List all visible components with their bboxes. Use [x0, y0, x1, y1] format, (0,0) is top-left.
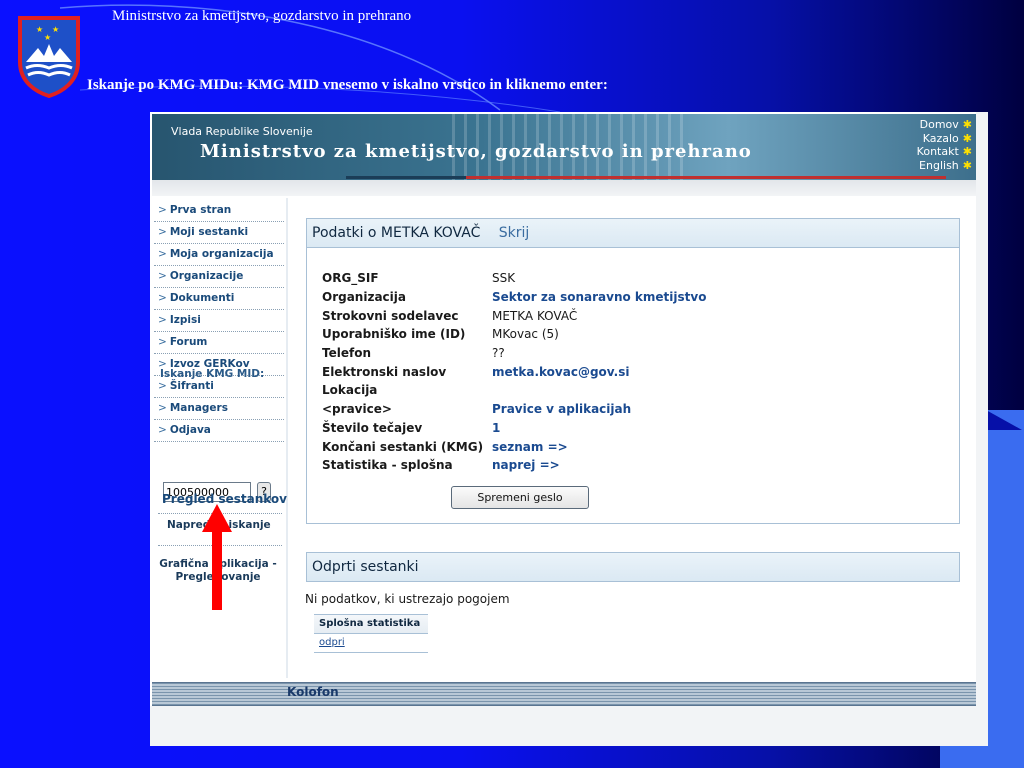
chevron-right-icon: >: [158, 270, 167, 282]
table-row: <pravice> Pravice v aplikacijah: [322, 400, 706, 419]
change-password-button[interactable]: Spremeni geslo: [451, 486, 589, 509]
organization-link[interactable]: Sektor za sonaravno kmetijstvo: [492, 288, 706, 307]
general-statistics-table: Splošna statistika odpri: [314, 614, 428, 653]
banner-links: Domov ✱ Kazalo ✱ Kontakt ✱ English ✱: [917, 118, 972, 172]
nav-item-forum[interactable]: > Forum: [154, 332, 284, 354]
hide-link[interactable]: Skrij: [499, 225, 530, 241]
chevron-right-icon: >: [158, 336, 167, 348]
slovenia-crest-icon: ★ ★ ★: [18, 16, 80, 98]
star-icon: ✱: [962, 118, 972, 131]
open-meetings-panel: Odprti sestanki: [306, 552, 960, 582]
no-data-message: Ni podatkov, ki ustrezajo pogojem: [305, 592, 510, 606]
banner-link-kontakt[interactable]: Kontakt ✱: [917, 145, 972, 159]
page-bottom-area: [150, 706, 988, 746]
chevron-right-icon: >: [158, 380, 167, 392]
table-row: Strokovni sodelavec METKA KOVAČ: [322, 308, 578, 323]
banner-link-english[interactable]: English ✱: [917, 159, 972, 173]
site-banner: Vlada Republike Slovenije Ministrstvo za…: [152, 114, 976, 180]
permissions-link[interactable]: Pravice v aplikacijah: [492, 400, 706, 419]
page-right-strip: [976, 112, 988, 706]
browser-screenshot: Vlada Republike Slovenije Ministrstvo za…: [150, 112, 988, 746]
email-link[interactable]: metka.kovac@gov.si: [492, 362, 706, 381]
banner-government-label: Vlada Republike Slovenije: [171, 125, 313, 138]
chevron-right-icon: >: [158, 204, 167, 216]
nav-item-dokumenti[interactable]: > Dokumenti: [154, 288, 284, 310]
open-meetings-title: Odprti sestanki: [307, 553, 959, 581]
statistics-header: Splošna statistika: [314, 614, 428, 634]
banner-underline-dark: [346, 176, 466, 179]
nav-item-prva-stran[interactable]: > Prva stran: [154, 200, 284, 222]
table-row: Uporabniško ime (ID) MKovac (5): [322, 327, 559, 342]
table-row: Telefon??: [322, 346, 505, 361]
star-icon: ✱: [962, 131, 972, 145]
chevron-right-icon: >: [158, 314, 167, 326]
nav-item-moja-organizacija[interactable]: > Moja organizacija: [154, 244, 284, 266]
star-icon: ✱: [962, 158, 972, 172]
chevron-right-icon: >: [158, 248, 167, 260]
banner-gray-bar: [152, 180, 976, 196]
svg-text:★: ★: [36, 25, 43, 34]
kmg-search-label: Iskanje KMG MID:: [160, 368, 265, 380]
table-row: Število tečajev 1: [322, 419, 706, 438]
decoration-block-right: [988, 410, 1024, 720]
statistics-open-link[interactable]: odpri: [314, 634, 428, 653]
table-row: Končani sestanki (KMG) seznam =>: [322, 437, 706, 456]
svg-text:★: ★: [44, 33, 51, 42]
course-count-link[interactable]: 1: [492, 419, 706, 438]
nav-item-managers[interactable]: > Managers: [154, 398, 284, 420]
chevron-right-icon: >: [158, 424, 167, 436]
nav-vertical-separator: [286, 198, 288, 678]
table-row: Lokacija: [322, 383, 378, 398]
chevron-right-icon: >: [158, 402, 167, 414]
table-row: Statistika - splošna naprej =>: [322, 456, 706, 475]
slide-title: Ministrstvo za kmetijstvo, gozdarstvo in…: [112, 8, 412, 24]
nav-item-izpisi[interactable]: > Izpisi: [154, 310, 284, 332]
banner-link-kazalo[interactable]: Kazalo ✱: [917, 132, 972, 146]
user-details-table: ORG_SIF SSK Organizacija Sektor za sonarav…: [322, 269, 706, 475]
nav-item-moji-sestanki[interactable]: > Moji sestanki: [154, 222, 284, 244]
table-row: ORG_SIF SSK: [322, 271, 516, 286]
table-row: Elektronski naslov metka.kovac@gov.si: [322, 362, 706, 381]
site-footer: Kolofon: [152, 682, 976, 706]
nav-item-odjava[interactable]: > Odjava: [154, 420, 284, 442]
nav-item-organizacije[interactable]: > Organizacije: [154, 266, 284, 288]
chevron-right-icon: >: [158, 292, 167, 304]
red-arrow-up-icon: [202, 504, 232, 610]
user-details-header: Podatki o METKA KOVAČ Skrij: [307, 219, 959, 248]
table-row: Organizacija Sektor za sonaravno kmetijst…: [322, 288, 706, 307]
statistics-link[interactable]: naprej =>: [492, 456, 706, 475]
banner-ministry-title: Ministrstvo za kmetijstvo, gozdarstvo in…: [200, 141, 752, 162]
user-details-title: Podatki o METKA KOVAČ: [312, 225, 481, 241]
slide-caption: Iskanje po KMG MIDu: KMG MID vnesemo v i…: [87, 77, 608, 93]
star-icon: ✱: [962, 145, 972, 158]
finished-meetings-link[interactable]: seznam =>: [492, 437, 706, 456]
chevron-right-icon: >: [158, 226, 167, 238]
banner-underline-red: [466, 176, 946, 179]
decoration-triangle: [986, 410, 1022, 430]
svg-text:★: ★: [52, 25, 59, 34]
user-details-panel: Podatki o METKA KOVAČ Skrij ORG_SIF SSK O…: [306, 218, 960, 524]
colophon-link[interactable]: Kolofon: [287, 685, 339, 699]
banner-link-domov[interactable]: Domov ✱: [917, 118, 972, 132]
